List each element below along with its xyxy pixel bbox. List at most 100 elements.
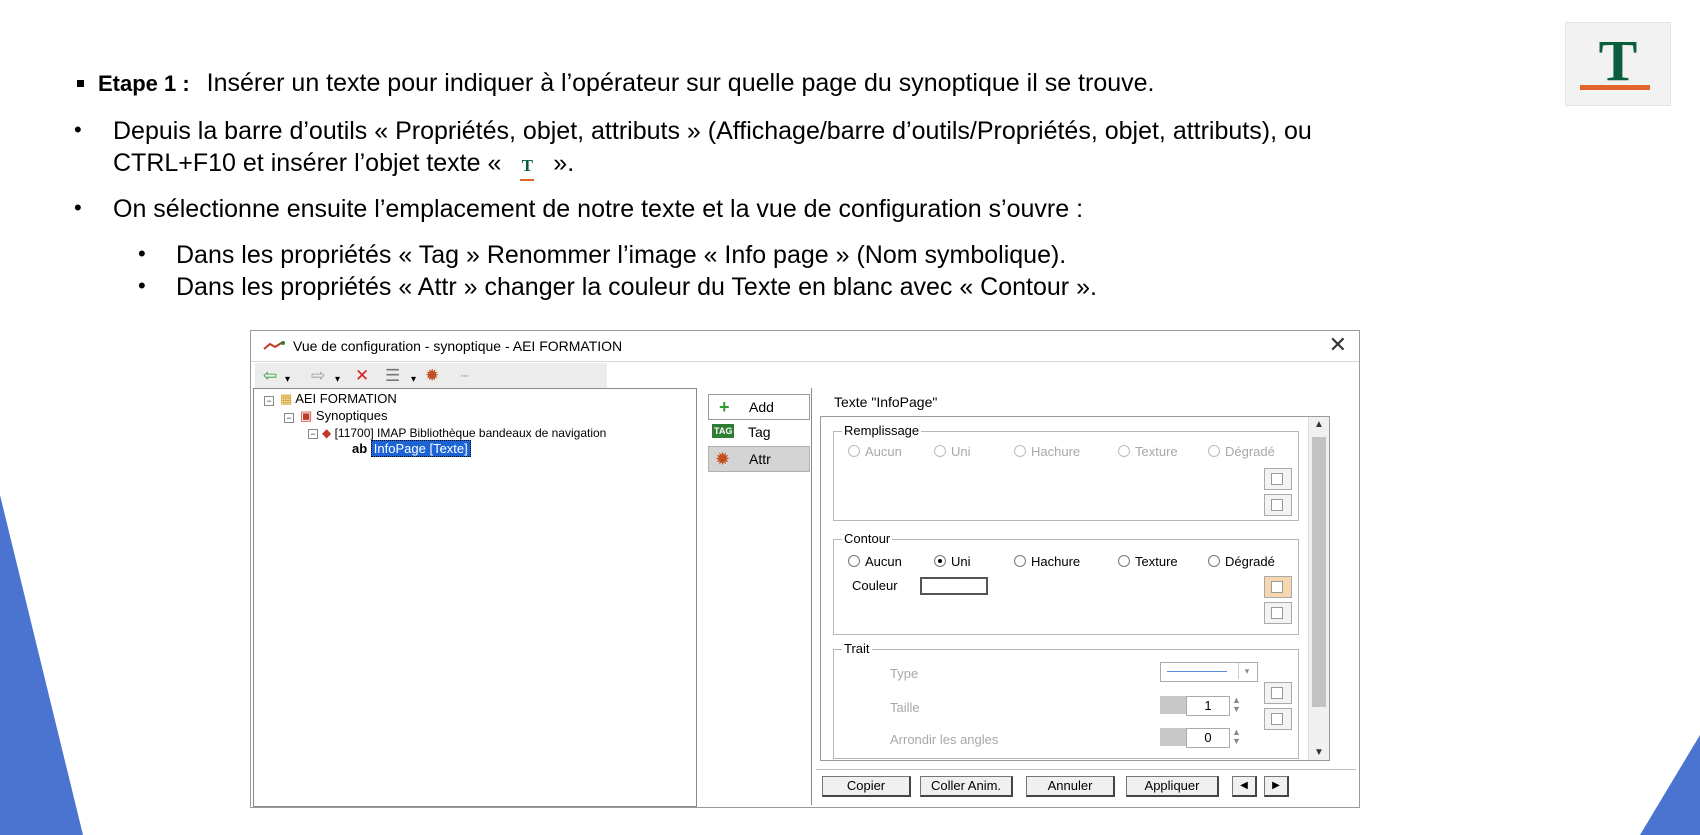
properties-area: Texte "InfoPage" Remplissage Aucun Uni H… xyxy=(811,388,1357,805)
taille-label: Taille xyxy=(890,700,920,715)
bullet2-text: On sélectionne ensuite l’emplacement de … xyxy=(113,195,1084,223)
chevron-down-icon[interactable]: ▾ xyxy=(285,370,290,390)
properties-title: Texte "InfoPage" xyxy=(834,394,938,410)
dialog-titlebar: Vue de configuration - synoptique - AEI … xyxy=(251,331,1359,362)
add-button[interactable]: + Add xyxy=(708,394,810,420)
contour-degrade-radio[interactable]: Dégradé xyxy=(1208,554,1275,569)
bullet-icon: • xyxy=(138,273,146,298)
config-dialog: Vue de configuration - synoptique - AEI … xyxy=(250,330,1360,808)
image-icon: ▣ xyxy=(300,408,313,423)
arrondir-label: Arrondir les angles xyxy=(890,732,999,747)
collapse-icon[interactable]: − xyxy=(264,396,274,406)
chevron-down-icon: ▾ xyxy=(1238,663,1255,679)
contour-aucun-radio[interactable]: Aucun xyxy=(848,554,902,569)
collapse-icon[interactable]: − xyxy=(284,413,294,423)
arrondir-preview xyxy=(1160,728,1186,746)
back-arrow-icon[interactable]: ⇦ xyxy=(263,366,277,386)
color-picker-icon[interactable] xyxy=(1264,576,1292,598)
tag-icon: TAG xyxy=(712,424,735,438)
dialog-title: Vue de configuration - synoptique - AEI … xyxy=(293,338,623,354)
coller-anim-button[interactable]: Coller Anim. xyxy=(920,776,1013,797)
logo: T xyxy=(1565,22,1671,106)
taille-preview xyxy=(1160,696,1186,714)
property-nav: + Add TAG Tag ✹ Attr xyxy=(706,388,814,805)
selected-object-label: InfoPage [Texte] xyxy=(370,440,471,457)
type-label: Type xyxy=(890,666,919,681)
bullet1-line2-post: ». xyxy=(553,149,575,177)
copy-icon xyxy=(1264,682,1292,704)
paste-icon xyxy=(1264,708,1292,730)
tree-node-object[interactable]: ab InfoPage [Texte] xyxy=(352,440,471,457)
couleur-swatch[interactable] xyxy=(920,577,988,595)
dialog-toolbar: ⇦ ▾ ⇨ ▾ ✕ ☰ ▾ ✹ ┅ xyxy=(255,363,607,390)
tag-tab[interactable]: TAG Tag xyxy=(708,420,808,444)
page-icon: ◆ xyxy=(322,426,332,440)
folder-icon: ▦ xyxy=(280,391,293,406)
sub-bullet1-text: Dans les propriétés « Tag » Renommer l’i… xyxy=(176,241,1067,269)
couleur-label: Couleur xyxy=(852,578,898,593)
logo-underline xyxy=(1580,85,1650,90)
step-label: Etape 1 : xyxy=(98,71,190,96)
appliquer-button[interactable]: Appliquer xyxy=(1126,776,1219,797)
spin-arrows-icon: ▲ ▼ xyxy=(1232,727,1241,746)
paste-icon xyxy=(1264,494,1292,516)
remplissage-hachure-radio: Hachure xyxy=(1014,444,1080,459)
arrondir-input: 0 xyxy=(1186,728,1230,748)
contour-texture-radio[interactable]: Texture xyxy=(1118,554,1178,569)
panel-scrollbar[interactable]: ▲ ▼ xyxy=(1308,417,1329,760)
list-icon[interactable]: ☰ xyxy=(385,366,400,386)
delete-icon[interactable]: ✕ xyxy=(355,366,369,386)
taille-input: 1 xyxy=(1186,696,1230,716)
type-select: ▾ xyxy=(1160,662,1258,682)
palette-icon[interactable]: ✹ xyxy=(425,366,439,386)
tree-node-root[interactable]: ▦ AEI FORMATION xyxy=(280,391,397,407)
next-icon[interactable]: ▶ xyxy=(1264,776,1289,797)
remplissage-label: Remplissage xyxy=(842,423,922,438)
palette-icon: ✹ xyxy=(715,449,731,469)
collapse-icon[interactable]: − xyxy=(308,429,318,439)
scrollbar-thumb[interactable] xyxy=(1312,437,1326,707)
text-object-icon: T xyxy=(508,151,546,181)
chevron-down-icon[interactable]: ▾ xyxy=(335,370,340,390)
dialog-button-bar: Copier Coller Anim. Annuler Appliquer ◀ … xyxy=(816,769,1356,800)
remplissage-aucun-radio: Aucun xyxy=(848,444,902,459)
contour-uni-radio[interactable]: Uni xyxy=(934,554,971,569)
tree-node-page[interactable]: ◆ [11700] IMAP Bibliothèque bandeaux de … xyxy=(322,425,606,441)
bullet1-line1: Depuis la barre d’outils « Propriétés, o… xyxy=(113,117,1312,145)
logo-letter: T xyxy=(1598,28,1638,93)
bullet-icon: • xyxy=(74,195,82,220)
close-icon[interactable]: ✕ xyxy=(1329,333,1347,357)
remplissage-group: Remplissage Aucun Uni Hachure Texture Dé… xyxy=(833,423,1299,521)
text-object-icon: ab xyxy=(352,441,368,456)
chevron-down-icon: ▼ xyxy=(1314,747,1324,758)
contour-group: Contour Aucun Uni Hachure Texture Dégrad… xyxy=(833,531,1299,635)
previous-icon[interactable]: ◀ xyxy=(1232,776,1257,797)
contour-hachure-radio[interactable]: Hachure xyxy=(1014,554,1080,569)
chevron-up-icon: ▲ xyxy=(1314,419,1324,430)
annuler-button[interactable]: Annuler xyxy=(1026,776,1115,797)
bullet-icon: • xyxy=(74,117,82,142)
bullet1-line2: CTRL+F10 et insérer l’objet texte « T ». xyxy=(113,148,574,181)
square-bullet-icon xyxy=(77,80,84,87)
remplissage-uni-radio: Uni xyxy=(934,444,971,459)
chevron-down-icon[interactable]: ▾ xyxy=(411,370,416,390)
disabled-tool-icon: ┅ xyxy=(461,369,469,383)
spin-arrows-icon: ▲ ▼ xyxy=(1232,695,1241,714)
sub-bullet2-text: Dans les propriétés « Attr » changer la … xyxy=(176,273,1097,301)
contour-label: Contour xyxy=(842,531,893,546)
remplissage-texture-radio: Texture xyxy=(1118,444,1178,459)
copy-icon xyxy=(1264,468,1292,490)
forward-arrow-icon[interactable]: ⇨ xyxy=(311,366,325,386)
attr-tab[interactable]: ✹ Attr xyxy=(708,446,810,472)
attr-panel: Remplissage Aucun Uni Hachure Texture Dé… xyxy=(820,416,1330,761)
plus-icon: + xyxy=(719,397,730,417)
tree-node-synoptiques[interactable]: ▣ Synoptiques xyxy=(300,408,387,424)
copier-button[interactable]: Copier xyxy=(822,776,911,797)
trait-label: Trait xyxy=(842,641,872,656)
step-line: Etape 1 : Insérer un texte pour indiquer… xyxy=(98,68,1154,99)
paste-icon[interactable] xyxy=(1264,602,1292,624)
app-icon xyxy=(263,341,285,350)
bullet1-line2-pre: CTRL+F10 et insérer l’objet texte « xyxy=(113,149,502,177)
trait-group: Trait Type ▾ Taille 1 ▲ ▼ Arrondir les an… xyxy=(833,641,1299,759)
bullet-icon: • xyxy=(138,241,146,266)
